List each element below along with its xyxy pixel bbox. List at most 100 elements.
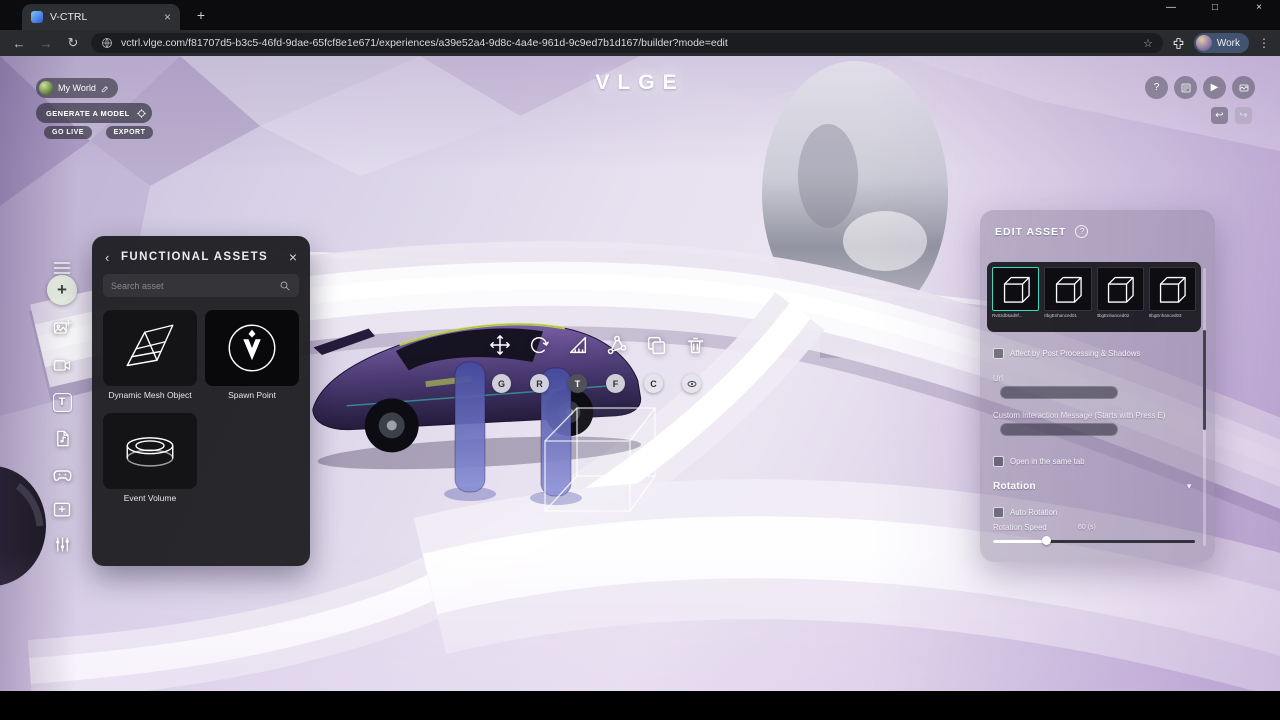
- rotation-speed-slider[interactable]: [993, 536, 1195, 546]
- duplicate-button[interactable]: [645, 334, 667, 356]
- viewport-3d[interactable]: My World GENERATE A MODEL GO LIVE EXPORT…: [0, 56, 1280, 691]
- back-icon[interactable]: ←: [10, 36, 28, 51]
- hotkey-r-button[interactable]: R: [530, 374, 549, 393]
- checkbox-auto-rotation[interactable]: [993, 507, 1004, 518]
- hotkey-t-button[interactable]: T: [568, 374, 587, 393]
- joint-icon: [607, 335, 627, 355]
- custom-message-input[interactable]: [1000, 423, 1118, 436]
- slider-fill: [993, 540, 1046, 543]
- add-text-button[interactable]: T: [40, 388, 84, 416]
- add-image-button[interactable]: [40, 314, 84, 342]
- go-live-button[interactable]: GO LIVE: [44, 126, 92, 139]
- add-asset-button[interactable]: +: [40, 275, 84, 305]
- panel-back-icon[interactable]: ‹: [105, 250, 115, 265]
- spawn-point-icon: [228, 324, 276, 372]
- browser-tab-strip: V-CTRL × + — □ ×: [0, 0, 1280, 30]
- hotkey-f-button[interactable]: F: [606, 374, 625, 393]
- asset-tile-dynamic-mesh[interactable]: Dynamic Mesh Object: [103, 310, 197, 400]
- export-button[interactable]: EXPORT: [106, 126, 153, 139]
- rotate-tool-button[interactable]: [528, 334, 550, 356]
- room-button[interactable]: [1232, 76, 1255, 99]
- panel-scrollbar-thumb[interactable]: [1203, 330, 1206, 430]
- play-button[interactable]: ▶: [1203, 76, 1226, 99]
- profile-name: Work: [1216, 37, 1240, 49]
- room-icon: [1239, 84, 1248, 91]
- eye-icon: [687, 380, 696, 387]
- hotkey-g-button[interactable]: G: [492, 374, 511, 393]
- delete-button[interactable]: [684, 334, 706, 356]
- generate-model-button[interactable]: GENERATE A MODEL: [36, 103, 152, 123]
- new-tab-button[interactable]: +: [192, 7, 210, 23]
- sliders-icon: [55, 537, 69, 551]
- feed-icon: [1181, 83, 1190, 92]
- add-video-button[interactable]: [40, 351, 84, 379]
- hotkey-c-button[interactable]: C: [644, 374, 663, 393]
- letterbox-bottom: [0, 691, 1280, 720]
- move-tool-button[interactable]: [489, 334, 511, 356]
- dynamic-mesh-icon: [126, 324, 174, 367]
- address-bar[interactable]: vctrl.vlge.com/f81707d5-b3c5-46fd-9dae-6…: [91, 33, 1163, 53]
- window-close-button[interactable]: ×: [1252, 2, 1266, 13]
- vlge-logo: VLGE: [595, 71, 685, 94]
- scale-tool-button[interactable]: [567, 334, 589, 356]
- screen: V-CTRL × + — □ × ← → ↻ vctrl.vlge.com/f8…: [0, 0, 1280, 720]
- tab-close-icon[interactable]: ×: [164, 10, 171, 24]
- event-volume-icon: [126, 437, 174, 467]
- custom-message-label: Custom Interaction Message (Starts with …: [993, 411, 1166, 420]
- text-tool-icon: T: [52, 392, 72, 412]
- cube-icon: [1003, 276, 1030, 303]
- redo-button[interactable]: ↪: [1235, 107, 1252, 124]
- slider-knob[interactable]: [1041, 536, 1051, 545]
- refresh-icon[interactable]: ↻: [64, 35, 82, 51]
- help-button[interactable]: ?: [1145, 76, 1168, 99]
- add-screen-button[interactable]: [40, 496, 84, 524]
- tab-title: V-CTRL: [50, 11, 88, 23]
- joint-tool-button[interactable]: [606, 334, 628, 356]
- asset-tile-event-volume[interactable]: Event Volume: [103, 413, 197, 503]
- asset-tile-spawn-point[interactable]: Spawn Point: [205, 310, 299, 400]
- feed-button[interactable]: [1174, 76, 1197, 99]
- checkbox-post-processing[interactable]: [993, 348, 1004, 359]
- panel-close-icon[interactable]: ×: [289, 249, 297, 265]
- asset-search-box[interactable]: [103, 274, 299, 297]
- settings-sliders-button[interactable]: [40, 530, 84, 558]
- site-favicon: [31, 11, 43, 23]
- plus-icon: +: [47, 275, 77, 305]
- asset-search-input[interactable]: [111, 280, 273, 291]
- material-thumb[interactable]: ItbgEnhanced03: [1148, 267, 1196, 327]
- document-music-icon: [56, 430, 69, 446]
- game-controller-icon: [52, 469, 72, 481]
- gizmo-toolbar: [489, 334, 706, 356]
- cube-icon: [1160, 276, 1187, 303]
- site-info-icon[interactable]: [101, 37, 113, 49]
- edit-asset-title: EDIT ASSET: [995, 225, 1067, 238]
- checkbox-open-same-tab[interactable]: [993, 456, 1004, 467]
- help-icon[interactable]: ?: [1075, 225, 1089, 238]
- window-minimize-button[interactable]: —: [1164, 2, 1178, 13]
- edit-asset-panel: EDIT ASSET ? Rv83db5ad9f... ItbgEnhanced…: [980, 210, 1215, 562]
- profile-chip[interactable]: Work: [1193, 33, 1249, 53]
- visibility-button[interactable]: [682, 374, 701, 393]
- window-maximize-button[interactable]: □: [1208, 2, 1222, 13]
- rotation-collapse-icon[interactable]: ▼: [1185, 482, 1193, 491]
- trash-icon: [687, 337, 703, 353]
- screen-add-icon: [53, 502, 71, 517]
- add-media-doc-button[interactable]: [40, 424, 84, 452]
- material-thumb[interactable]: Rv83db5ad9f...: [992, 267, 1040, 327]
- material-thumb[interactable]: ItbgEnhanced01: [1044, 267, 1092, 327]
- extensions-icon[interactable]: [1172, 37, 1185, 50]
- profile-avatar: [1195, 35, 1212, 51]
- generate-model-icon: [133, 105, 150, 121]
- material-thumb[interactable]: ItbgEnhanced02: [1096, 267, 1144, 327]
- game-interactions-button[interactable]: [40, 460, 84, 488]
- browser-tab[interactable]: V-CTRL ×: [22, 4, 180, 30]
- url-text: vctrl.vlge.com/f81707d5-b3c5-46fd-9dae-6…: [121, 37, 728, 49]
- video-camera-icon: [53, 360, 71, 371]
- url-input[interactable]: [1000, 386, 1118, 399]
- rotate-icon: [530, 337, 549, 354]
- forward-icon[interactable]: →: [37, 36, 55, 51]
- bookmark-star-icon[interactable]: ☆: [1143, 37, 1153, 50]
- undo-button[interactable]: ↩: [1211, 107, 1228, 124]
- material-strip: Rv83db5ad9f... ItbgEnhanced01 ItbgEnhanc…: [987, 262, 1201, 332]
- browser-menu-icon[interactable]: ⋮: [1258, 36, 1270, 50]
